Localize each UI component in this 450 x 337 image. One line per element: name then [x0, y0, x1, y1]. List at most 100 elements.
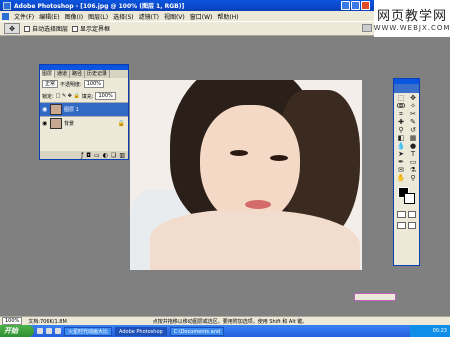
- watermark-title: 网页教学网: [376, 9, 447, 24]
- layers-panel: 图层 通道 路径 历史记录 正常 不透明度: 100% 锁定: □ ✎ ✥ 🔒 …: [39, 64, 129, 160]
- tab-layers[interactable]: 图层: [40, 70, 56, 78]
- tools-grid: ⬚ ✥ ↂ ✧ ⌗ ✂ ✚ ✎ ⚲ ↺ ◧ ▦ 💧 ● ➤ T ✒ ▭ ✉ ⚗ …: [394, 93, 419, 183]
- layer-style-icon[interactable]: ƒ: [81, 152, 83, 159]
- visibility-eye-icon[interactable]: ◉: [42, 107, 48, 113]
- add-mask-icon[interactable]: ◘: [86, 152, 91, 159]
- layer-row-background[interactable]: ◉ 背景 🔒: [40, 116, 128, 130]
- type-tool-icon[interactable]: T: [407, 150, 419, 158]
- folder-icon[interactable]: ▭: [94, 152, 100, 159]
- menu-help[interactable]: 帮助(H): [217, 12, 238, 21]
- hand-tool-icon[interactable]: ✋: [395, 174, 407, 182]
- photo-right-eye: [270, 155, 288, 161]
- layers-panel-footer: ƒ ◘ ▭ ◐ ❏ ▥: [40, 151, 128, 159]
- slice-tool-icon[interactable]: ✂: [407, 110, 419, 118]
- menu-image[interactable]: 图像(I): [65, 12, 83, 21]
- fill-field[interactable]: 100%: [95, 92, 116, 100]
- show-bounds-option[interactable]: 显示定界框: [72, 24, 110, 33]
- document-image[interactable]: [130, 80, 362, 270]
- menu-edit[interactable]: 编辑(E): [39, 12, 59, 21]
- tab-channels[interactable]: 通道: [55, 70, 71, 78]
- healing-brush-icon[interactable]: ✚: [395, 118, 407, 126]
- menu-view[interactable]: 视图(V): [164, 12, 185, 21]
- menu-filter[interactable]: 滤镜(T): [139, 12, 159, 21]
- shape-tool-icon[interactable]: ▭: [407, 158, 419, 166]
- lock-label: 锁定:: [42, 93, 54, 100]
- eraser-tool-icon[interactable]: ◧: [395, 134, 407, 142]
- lock-icons[interactable]: □ ✎ ✥ 🔒: [56, 93, 80, 99]
- status-bar: 100% 文档:706K/1.8M 点按并拖移以移动图层或选区。要用附加选项，使…: [0, 316, 450, 325]
- layer-row-layer1[interactable]: ◉ 图层 1: [40, 102, 128, 116]
- auto-select-option[interactable]: 自动选择图层: [24, 24, 68, 33]
- mask-modes: [394, 209, 419, 220]
- lock-row: 锁定: □ ✎ ✥ 🔒 填充: 100%: [40, 90, 128, 102]
- taskbar-item-3[interactable]: C:\Documents and: [169, 326, 225, 336]
- blend-mode-select[interactable]: 正常: [42, 80, 59, 88]
- menu-select[interactable]: 选择(S): [113, 12, 134, 21]
- adjustment-icon[interactable]: ◐: [103, 152, 108, 159]
- tab-paths[interactable]: 路径: [70, 70, 86, 78]
- brush-tool-icon[interactable]: ✎: [407, 118, 419, 126]
- app-menu-icon[interactable]: [2, 12, 9, 20]
- quicklaunch-desktop-icon[interactable]: [46, 328, 52, 334]
- quickmask-mode-button[interactable]: [407, 211, 416, 218]
- menu-file[interactable]: 文件(F): [14, 12, 34, 21]
- toolbox-panel: ⬚ ✥ ↂ ✧ ⌗ ✂ ✚ ✎ ⚲ ↺ ◧ ▦ 💧 ● ➤ T ✒ ▭ ✉ ⚗ …: [393, 78, 420, 266]
- blend-row: 正常 不透明度: 100%: [40, 78, 128, 90]
- standard-mode-button[interactable]: [397, 211, 406, 218]
- menu-layer[interactable]: 图层(L): [88, 12, 108, 21]
- fill-label: 填充:: [81, 93, 94, 100]
- site-watermark: 网页教学网 WWW.WEBJX.COM: [374, 0, 450, 37]
- auto-select-checkbox[interactable]: [24, 25, 30, 32]
- screen-mode-standard-button[interactable]: [397, 222, 406, 229]
- taskbar-item-2[interactable]: Adobe Photoshop: [115, 326, 167, 336]
- taskbar-item-1[interactable]: 火星时代动画大比: [64, 326, 113, 336]
- layer-thumbnail: [50, 118, 62, 129]
- maximize-button[interactable]: [351, 1, 360, 10]
- zoom-tool-icon[interactable]: ⚲: [407, 174, 419, 182]
- quicklaunch-media-icon[interactable]: [55, 328, 61, 334]
- blur-tool-icon[interactable]: 💧: [395, 142, 407, 150]
- new-layer-icon[interactable]: ❏: [111, 152, 116, 159]
- lasso-tool-icon[interactable]: ↂ: [395, 102, 407, 110]
- gradient-tool-icon[interactable]: ▦: [407, 134, 419, 142]
- lock-icon: 🔒: [117, 120, 125, 127]
- history-brush-icon[interactable]: ↺: [407, 126, 419, 134]
- auto-select-label: 自动选择图层: [32, 26, 69, 33]
- quicklaunch-ie-icon[interactable]: [37, 328, 43, 334]
- palette-well[interactable]: [362, 24, 372, 32]
- layer-thumbnail: [50, 104, 62, 115]
- doc-info[interactable]: 文档:706K/1.8M: [28, 318, 66, 325]
- move-tool-preset-icon[interactable]: ✥: [4, 23, 20, 34]
- watermark-url: WWW.WEBJX.COM: [373, 24, 450, 32]
- move-tool-icon[interactable]: ✥: [407, 94, 419, 102]
- marquee-tool-icon[interactable]: ⬚: [395, 94, 407, 102]
- screen-mode-full-button[interactable]: [407, 222, 416, 229]
- magic-wand-tool-icon[interactable]: ✧: [407, 102, 419, 110]
- layers-panel-tabs: 图层 通道 路径 历史记录: [40, 70, 128, 78]
- trash-icon[interactable]: ▥: [119, 152, 125, 159]
- clone-stamp-icon[interactable]: ⚲: [395, 126, 407, 134]
- background-color-swatch[interactable]: [404, 193, 415, 204]
- visibility-eye-icon[interactable]: ◉: [42, 121, 48, 127]
- photo-left-eye: [230, 150, 248, 156]
- taskbar: 开始 火星时代动画大比 Adobe Photoshop C:\Documents…: [0, 325, 450, 337]
- navigator-strip[interactable]: [354, 293, 396, 301]
- menu-window[interactable]: 窗口(W): [190, 12, 213, 21]
- path-select-icon[interactable]: ➤: [395, 150, 407, 158]
- status-hint: 点按并拖移以移动图层或选区。要用附加选项，使用 Shift 和 Alt 键。: [152, 318, 308, 325]
- pen-tool-icon[interactable]: ✒: [395, 158, 407, 166]
- adobe-logo[interactable]: [394, 84, 419, 93]
- start-button[interactable]: 开始: [0, 325, 34, 337]
- opacity-field[interactable]: 100%: [83, 80, 104, 88]
- crop-tool-icon[interactable]: ⌗: [395, 110, 407, 118]
- minimize-button[interactable]: [341, 1, 350, 10]
- tab-history[interactable]: 历史记录: [85, 70, 111, 78]
- show-bounds-checkbox[interactable]: [72, 25, 79, 32]
- zoom-field[interactable]: 100%: [2, 317, 23, 325]
- close-button[interactable]: [361, 1, 370, 10]
- photo-lips: [245, 200, 271, 209]
- dodge-tool-icon[interactable]: ●: [407, 142, 419, 150]
- notes-tool-icon[interactable]: ✉: [395, 166, 407, 174]
- opacity-label: 不透明度:: [60, 81, 82, 88]
- eyedropper-tool-icon[interactable]: ⚗: [407, 166, 419, 174]
